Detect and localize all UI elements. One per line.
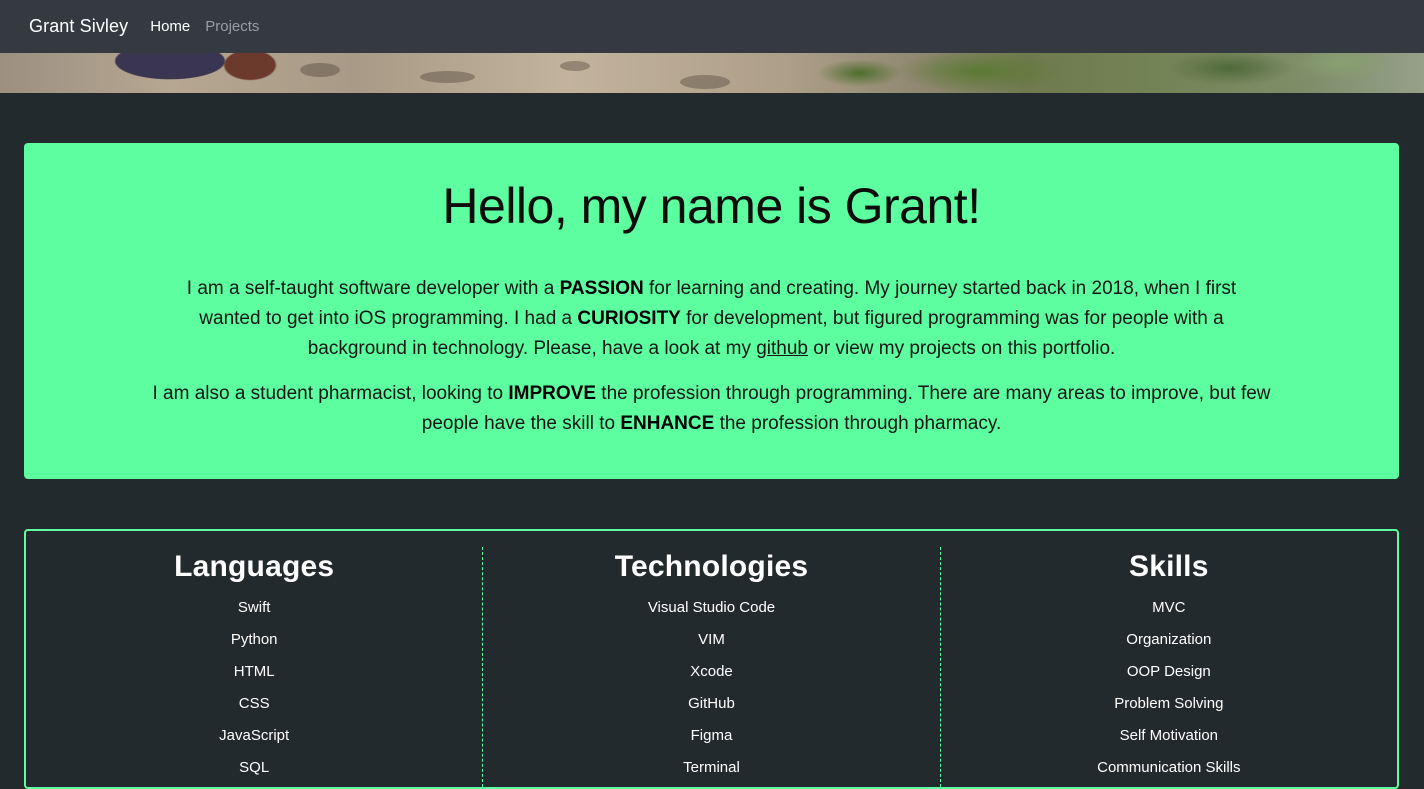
p2-text-1: I am also a student pharmacist, looking … — [152, 383, 509, 404]
p2-text-3: the profession through pharmacy. — [714, 413, 1002, 434]
skills-column: Skills MVC Organization OOP Design Probl… — [939, 547, 1397, 787]
skills-panel: Languages Swift Python HTML CSS JavaScri… — [24, 529, 1399, 789]
languages-list: Swift Python HTML CSS JavaScript SQL — [26, 592, 482, 784]
list-item: GitHub — [688, 695, 735, 712]
list-item: Problem Solving — [1114, 695, 1224, 712]
list-item: OOP Design — [1126, 663, 1211, 680]
list-item: Swift — [237, 599, 271, 616]
hero-banner-image — [0, 53, 1424, 93]
technologies-title: Technologies — [614, 550, 809, 583]
technologies-column: Technologies Visual Studio Code VIM Xcod… — [482, 547, 939, 787]
p2-bold-improve: IMPROVE — [508, 383, 597, 404]
list-item: SQL — [239, 759, 270, 776]
list-item: CSS — [238, 695, 270, 712]
intro-jumbotron: Hello, my name is Grant! I am a self-tau… — [24, 143, 1399, 479]
intro-paragraph-1: I am a self-taught software developer wi… — [24, 274, 1399, 364]
skills-list: MVC Organization OOP Design Problem Solv… — [941, 592, 1397, 784]
github-link[interactable]: github — [756, 338, 808, 359]
heading-prefix: Hello, my name is — [442, 178, 845, 234]
nav-link-projects[interactable]: Projects — [205, 18, 259, 35]
p1-bold-passion: PASSION — [559, 278, 644, 299]
list-item: Figma — [690, 727, 733, 744]
p1-text-4: or view my projects on this portfolio. — [808, 338, 1116, 359]
intro-heading: Hello, my name is Grant! — [24, 177, 1399, 235]
list-item: HTML — [233, 663, 275, 680]
p1-text-1: I am a self-taught software developer wi… — [186, 278, 560, 299]
languages-column: Languages Swift Python HTML CSS JavaScri… — [26, 547, 482, 787]
list-item: Self Motivation — [1119, 727, 1219, 744]
heading-name: Grant! — [844, 178, 981, 234]
list-item: JavaScript — [219, 727, 290, 744]
navbar: Grant Sivley Home Projects — [0, 0, 1424, 53]
list-item: MVC — [1152, 599, 1186, 616]
p1-bold-curiosity: CURIOSITY — [577, 308, 681, 329]
list-item: Visual Studio Code — [647, 599, 776, 616]
intro-paragraph-2: I am also a student pharmacist, looking … — [24, 379, 1399, 439]
languages-title: Languages — [174, 550, 335, 583]
brand-link[interactable]: Grant Sivley — [29, 16, 128, 37]
p2-bold-enhance: ENHANCE — [620, 413, 715, 434]
list-item: Python — [230, 631, 278, 648]
skills-title: Skills — [1129, 550, 1209, 583]
list-item: Xcode — [690, 663, 733, 680]
list-item: Organization — [1126, 631, 1212, 648]
technologies-list: Visual Studio Code VIM Xcode GitHub Figm… — [483, 592, 939, 784]
nav-link-home[interactable]: Home — [150, 18, 190, 35]
list-item: Communication Skills — [1097, 759, 1241, 776]
list-item: VIM — [698, 631, 725, 648]
list-item: Terminal — [683, 759, 740, 776]
